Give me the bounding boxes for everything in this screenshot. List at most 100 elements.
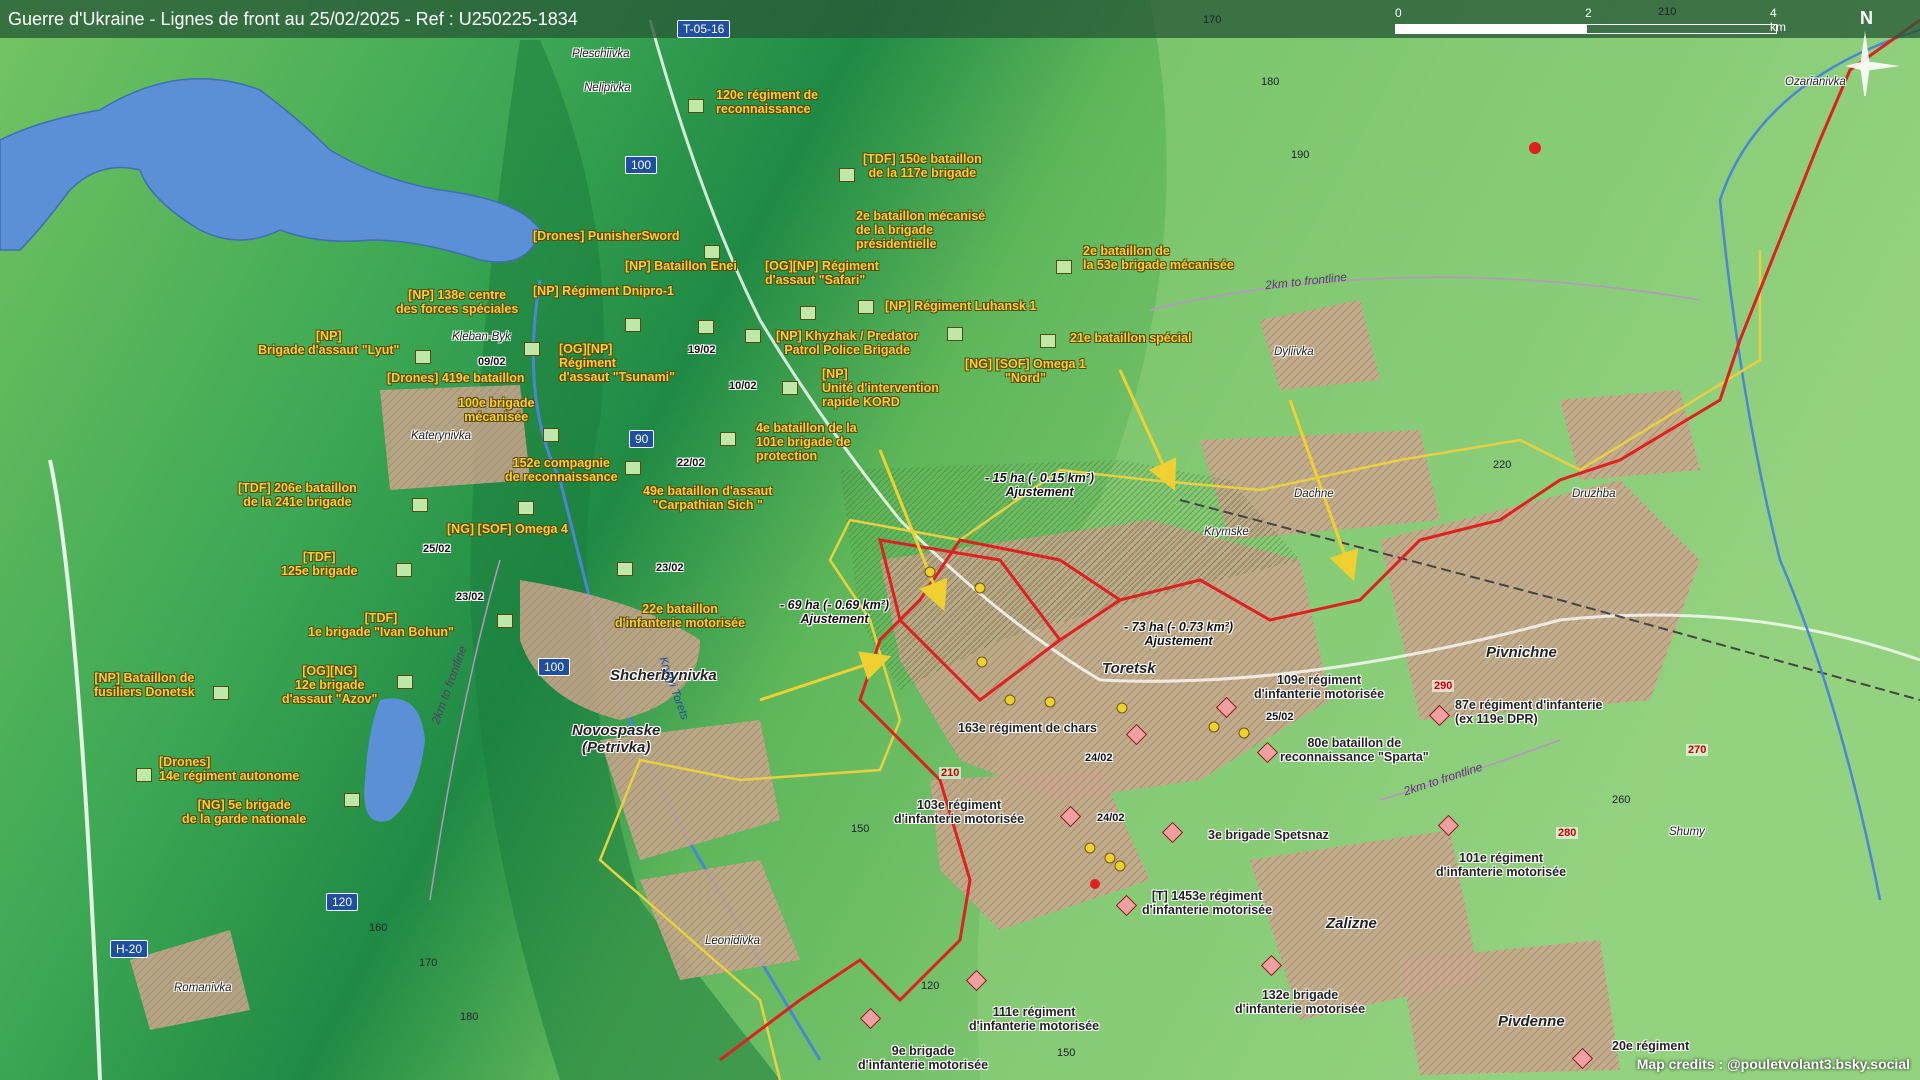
ua-unit-symbol[interactable]: [136, 768, 152, 782]
scale-tick-0: 0: [1395, 6, 1402, 20]
ru-unit-label-101: 101e régiment d'infanterie motorisée: [1436, 851, 1567, 879]
date-label: 23/02: [656, 562, 684, 574]
ru-unit-label-109: 109e régiment d'infanterie motorisée: [1254, 673, 1385, 701]
ru-unit-label-132: 132e brigade d'infanterie motorisée: [1235, 988, 1366, 1016]
road-shield-100-north: 100: [625, 156, 658, 174]
ru-unit-label-80-sparta: 80e bataillon de reconnaissance "Sparta": [1280, 736, 1429, 764]
road-shield-90: 90: [629, 430, 655, 448]
ua-unit-symbol[interactable]: [524, 342, 540, 356]
ua-unit-symbol[interactable]: [858, 300, 874, 314]
town-novospaske: Novospaske (Petrivka): [572, 722, 661, 756]
ua-unit-label-150-tdf: [TDF] 150e bataillon de la 117e brigade: [863, 152, 982, 180]
ua-unit-symbol[interactable]: [947, 327, 963, 341]
ua-unit-label-14-drones: [Drones] 14e régiment autonome: [159, 755, 300, 783]
area-adjustment-note: - 73 ha (- 0.73 km²) Ajustement: [1124, 620, 1234, 648]
town-shumy: Shumy: [1669, 826, 1705, 838]
ua-unit-symbol[interactable]: [396, 563, 412, 577]
ua-unit-symbol[interactable]: [397, 675, 413, 689]
date-label: 24/02: [1097, 812, 1125, 824]
ua-unit-symbol[interactable]: [415, 350, 431, 364]
town-romanivka: Romanivka: [174, 982, 232, 994]
scale-bar: 0 2 4 km: [1395, 6, 1795, 36]
ua-unit-label-azov: [OG][NG] 12e brigade d'assaut "Azov": [282, 664, 378, 706]
elevation-label: 280: [1556, 827, 1579, 839]
ua-unit-symbol[interactable]: [543, 428, 559, 442]
date-label: 10/02: [729, 380, 757, 392]
town-pivnichne: Pivnichne: [1486, 644, 1557, 661]
ua-unit-label-5-ng: [NG] 5e brigade de la garde nationale: [182, 798, 307, 826]
ua-unit-symbol[interactable]: [839, 168, 855, 182]
elevation-label: 160: [369, 922, 388, 934]
ua-unit-label-safari: [OG][NP] Régiment d'assaut "Safari": [765, 259, 879, 287]
ua-unit-symbol[interactable]: [344, 793, 360, 807]
ua-unit-label-152-recon: 152e compagnie de reconnaissance: [505, 456, 618, 484]
road-shield-t0516: T-05-16: [677, 20, 731, 38]
town-dyliivka: Dyliivka: [1274, 346, 1314, 358]
area-adjustment-note: - 69 ha (- 0.69 km²) Ajustement: [780, 598, 890, 626]
ua-unit-label-ivan-bohun: [TDF] 1e brigade "Ivan Bohun": [308, 611, 454, 639]
ru-unit-label-1453: [T] 1453e régiment d'infanterie motorisé…: [1142, 889, 1273, 917]
town-pleschiivka: Pleschiivka: [572, 48, 630, 60]
ua-unit-symbol[interactable]: [745, 329, 761, 343]
ua-unit-symbol[interactable]: [688, 99, 704, 113]
ua-unit-symbol[interactable]: [497, 614, 513, 628]
elevation-label: 150: [1057, 1047, 1076, 1059]
ua-unit-label-206-tdf: [TDF] 206e bataillon de la 241e brigade: [238, 481, 357, 509]
map-credits[interactable]: Map credits : @pouletvolant3.bsky.social: [1637, 1056, 1910, 1072]
town-pivdenne: Pivdenne: [1498, 1013, 1565, 1030]
elevation-label: 170: [1203, 14, 1222, 26]
ru-unit-label-3-spetsnaz: 3e brigade Spetsnaz: [1208, 828, 1329, 842]
ua-unit-symbol[interactable]: [518, 501, 534, 515]
ua-unit-symbol[interactable]: [704, 245, 720, 259]
scale-tick-2: 2: [1585, 6, 1592, 20]
road-shield-120: 120: [326, 893, 359, 911]
ru-unit-label-103: 103e régiment d'infanterie motorisée: [894, 798, 1025, 826]
date-label: 19/02: [688, 344, 716, 356]
strike-marker-ne: [1529, 142, 1541, 154]
ua-unit-symbol[interactable]: [617, 562, 633, 576]
ua-unit-symbol[interactable]: [625, 318, 641, 332]
urban-druzhba: [1560, 390, 1700, 480]
date-label: 25/02: [1266, 711, 1294, 723]
elevation-label: 170: [419, 957, 438, 969]
north-arrow: N: [1840, 6, 1910, 101]
ua-unit-label-21-special: 21e bataillon spécial: [1070, 331, 1192, 345]
town-krymske: Krymske: [1204, 526, 1249, 538]
ua-unit-label-omega4: [NG] [SOF] Omega 4: [447, 522, 568, 536]
ua-unit-symbol[interactable]: [213, 686, 229, 700]
ua-unit-label-2-mech-pres: 2e bataillon mécanisé de la brigade prés…: [856, 209, 986, 251]
ua-unit-symbol[interactable]: [625, 461, 641, 475]
area-adjustment-note: - 15 ha (- 0.15 km²) Ajustement: [985, 471, 1095, 499]
elevation-label: 150: [851, 823, 870, 835]
elevation-label: 180: [460, 1011, 479, 1023]
ua-unit-symbol[interactable]: [698, 320, 714, 334]
elevation-label: 220: [1493, 459, 1512, 471]
town-leonidivka: Leonidivka: [705, 935, 760, 947]
ru-unit-label-20: 20e régiment: [1612, 1039, 1690, 1053]
elevation-label: 290: [1432, 680, 1455, 692]
date-label: 24/02: [1085, 752, 1113, 764]
ua-unit-label-138-sof: [NP] 138e centre des forces spéciales: [396, 288, 519, 316]
ua-unit-symbol[interactable]: [800, 306, 816, 320]
ua-unit-symbol[interactable]: [412, 498, 428, 512]
ua-unit-label-punishersword: [Drones] PunisherSword: [533, 229, 680, 243]
ua-unit-label-4-101: 4e bataillon de la 101e brigade de prote…: [756, 421, 857, 463]
ua-unit-symbol[interactable]: [1040, 334, 1056, 348]
town-kleban-byk: Kleban-Byk: [452, 331, 511, 343]
ua-unit-symbol[interactable]: [720, 432, 736, 446]
ua-unit-label-49-carpathian: 49e bataillon d'assaut "Carpathian Sich …: [643, 484, 773, 512]
ua-unit-symbol[interactable]: [1056, 260, 1072, 274]
ua-unit-label-luhansk1: [NP] Régiment Luhansk 1: [885, 299, 1037, 313]
compass-star-icon: N: [1845, 8, 1900, 101]
town-toretsk: Toretsk: [1102, 660, 1156, 677]
ua-unit-label-khyzhak: [NP] Khyzhak / Predator Patrol Police Br…: [776, 329, 919, 357]
ua-unit-label-omega1: [NG] [SOF] Omega 1 "Nord": [965, 357, 1086, 385]
ua-unit-label-kord: [NP] Unité d'intervention rapide KORD: [822, 367, 939, 409]
svg-text:N: N: [1860, 8, 1873, 28]
scale-segment-2: [1585, 24, 1777, 34]
ua-unit-symbol[interactable]: [782, 381, 798, 395]
strike-marker: [1090, 879, 1100, 889]
elevation-label: 210: [1658, 6, 1677, 18]
ua-unit-label-2-53: 2e bataillon de la 53e brigade mécanisée: [1083, 244, 1234, 272]
ua-unit-label-125-tdf: [TDF] 125e brigade: [281, 550, 358, 578]
